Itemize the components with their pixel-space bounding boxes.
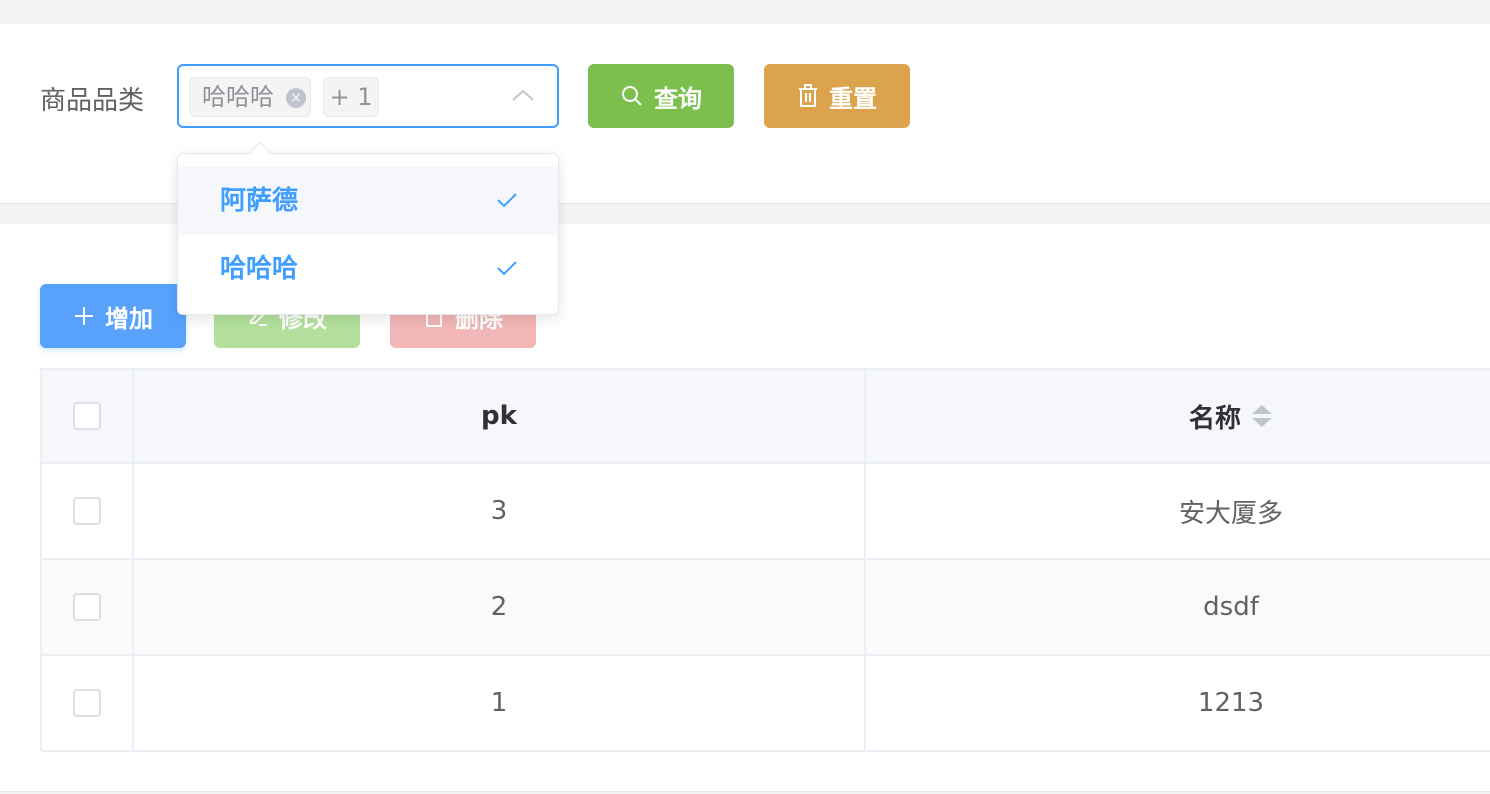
row-checkbox[interactable] xyxy=(73,593,101,621)
category-dropdown: 阿萨德 哈哈哈 xyxy=(177,141,559,315)
select-all-checkbox[interactable] xyxy=(73,402,101,430)
table-row: 2 dsdf xyxy=(42,560,1490,656)
reset-label: 重置 xyxy=(829,84,877,113)
query-button[interactable]: 查询 xyxy=(588,64,734,128)
trash-icon xyxy=(799,84,817,107)
row-checkbox[interactable] xyxy=(73,497,101,525)
cell-name: 安大厦多 xyxy=(1178,498,1283,529)
chevron-up-icon[interactable] xyxy=(509,86,537,106)
option-label: 阿萨德 xyxy=(220,186,299,216)
selected-tag: 哈哈哈 × xyxy=(189,77,311,117)
category-label: 商品品类 xyxy=(40,86,145,116)
table-row: 3 安大厦多 xyxy=(42,464,1490,560)
check-icon xyxy=(497,261,517,276)
table-row: 1 1213 xyxy=(42,656,1490,752)
row-checkbox[interactable] xyxy=(73,689,101,717)
add-button[interactable]: 增加 xyxy=(40,284,186,348)
close-icon[interactable]: × xyxy=(286,88,306,108)
column-header-pk: pk xyxy=(481,401,517,431)
cell-name: 1213 xyxy=(1197,688,1265,718)
table-header: pk 名称 xyxy=(42,370,1490,464)
sort-icon[interactable] xyxy=(1251,402,1273,430)
add-label: 增加 xyxy=(105,304,153,333)
cell-name: dsdf xyxy=(1203,592,1259,622)
check-icon xyxy=(497,193,517,208)
search-icon xyxy=(622,86,642,106)
reset-button[interactable]: 重置 xyxy=(764,64,910,128)
cell-pk: 3 xyxy=(490,496,508,526)
data-table: pk 名称 3 安大厦多 2 dsdf 1 1213 xyxy=(40,368,1490,752)
category-select[interactable]: 哈哈哈 × + 1 xyxy=(177,64,559,128)
column-header-name-label: 名称 xyxy=(1188,403,1241,434)
tag-label: 哈哈哈 xyxy=(202,83,274,111)
plus-icon xyxy=(75,307,93,325)
more-tags-badge: + 1 xyxy=(323,77,379,117)
option-label: 哈哈哈 xyxy=(220,254,299,284)
dropdown-option[interactable]: 哈哈哈 xyxy=(178,235,558,303)
cell-pk: 2 xyxy=(490,592,508,622)
dropdown-option[interactable]: 阿萨德 xyxy=(178,167,558,235)
cell-pk: 1 xyxy=(490,688,508,718)
query-label: 查询 xyxy=(654,84,702,113)
column-header-name[interactable]: 名称 xyxy=(866,370,1490,462)
